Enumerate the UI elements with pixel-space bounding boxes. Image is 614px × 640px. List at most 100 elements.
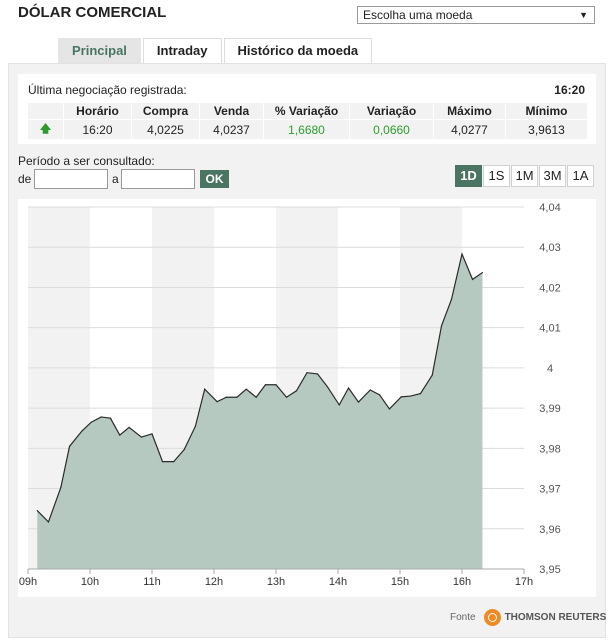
period-from-label: de (18, 172, 32, 186)
chart-data-point (450, 298, 453, 301)
chart-data-point (388, 408, 391, 410)
chart-y-tick-label: 3,97 (539, 484, 560, 496)
quote-data-row: 🡅 16:20 4,0225 4,0237 1,6680 0,0660 4,02… (28, 119, 588, 139)
chart-data-point (183, 448, 185, 451)
quote-minimo: 3,9613 (506, 119, 588, 139)
quote-table: Horário Compra Venda % Variação Variação… (28, 103, 588, 139)
chart-data-point (173, 461, 175, 463)
quote-header-pct-variacao: % Variação (264, 103, 350, 119)
chart-data-point (36, 510, 38, 512)
chart-data-point (347, 387, 350, 389)
quote-header-maximo: Máximo (434, 103, 506, 119)
range-buttons: 1D 1S 1M 3M 1A (455, 165, 595, 187)
range-3m-button[interactable]: 3M (539, 165, 566, 187)
quote-pct-variacao: 1,6680 (264, 119, 350, 139)
source-brand: THOMSON REUTERS (504, 612, 607, 623)
chart-data-point (264, 384, 267, 386)
quote-header-row: Horário Compra Venda % Variação Variação… (28, 103, 588, 119)
quote-compra: 4,0225 (132, 119, 200, 139)
chart-data-point (90, 421, 92, 423)
quote-header-minimo: Mínimo (506, 103, 588, 119)
chart-data-point (151, 433, 153, 435)
chart-x-tick-label: 11h (143, 576, 161, 588)
chart-data-point (47, 521, 50, 523)
chart-x-tick-label: 17h (515, 576, 533, 588)
chart-data-point (225, 396, 227, 398)
quote-header-variacao: Variação (350, 103, 434, 119)
tab-historico[interactable]: Histórico da moeda (223, 38, 373, 63)
range-1d-button[interactable]: 1D (455, 165, 482, 187)
quote-header-venda: Venda (200, 103, 264, 119)
range-1s-button[interactable]: 1S (483, 165, 510, 187)
quote-box: Última negociação registrada: 16:20 Horá… (18, 74, 596, 144)
chart-data-point (140, 436, 143, 438)
chart-data-point (378, 394, 381, 396)
quote-header (28, 103, 64, 119)
chart-data-point (275, 384, 277, 386)
quote-horario: 16:20 (64, 119, 132, 139)
chart-data-point (326, 386, 329, 388)
ok-button[interactable]: OK (200, 170, 229, 188)
chart-x-tick-label: 14h (329, 576, 347, 588)
chart-data-point (306, 372, 308, 374)
chart-data-point (245, 388, 247, 390)
page-title: DÓLAR COMERCIAL (18, 4, 167, 21)
chart-data-point (236, 396, 238, 398)
chart-container: 3,95 3,96 3,97 3,98 3,99 4 4,01 4,02 4,03 4,04 09h… (18, 199, 596, 597)
tab-principal[interactable]: Principal (58, 38, 141, 63)
period-to-label: a (112, 172, 119, 186)
chart-y-tick-label: 3,99 (539, 403, 560, 415)
chart-data-point (68, 445, 71, 447)
chart-data-point (216, 401, 218, 403)
chart-data-point (338, 404, 340, 406)
intraday-chart: 3,95 3,96 3,97 3,98 3,99 4 4,01 4,02 4,03 4,04 09h… (19, 202, 561, 588)
chart-data-point (119, 434, 121, 436)
chart-data-point (409, 395, 412, 397)
range-1m-button[interactable]: 1M (511, 165, 538, 187)
chart-data-point (204, 388, 206, 390)
chart-data-point (128, 426, 130, 429)
period-to-input[interactable] (121, 169, 195, 189)
chart-data-point (100, 416, 102, 418)
chart-y-tick-label: 3,98 (539, 443, 560, 455)
period-from-input[interactable] (34, 169, 108, 189)
quote-venda: 4,0237 (200, 119, 264, 139)
chart-data-point (400, 396, 402, 398)
chart-data-point (295, 390, 298, 392)
source-credit: Fonte THOMSON REUTERS (450, 609, 606, 626)
period-label: Período a ser consultado: (18, 154, 155, 168)
chart-data-point (461, 253, 463, 255)
quote-header-horario: Horário (64, 103, 132, 119)
chart-x-tick-label: 13h (267, 576, 285, 588)
currency-select[interactable]: Escolha uma moeda ▼ (357, 6, 595, 24)
chart-x-tick-label: 09h (19, 576, 37, 588)
chart-x-tick-label: 15h (391, 576, 409, 588)
chart-data-point (161, 461, 164, 463)
chart-data-point (255, 396, 257, 398)
chart-data-point (369, 389, 371, 391)
chart-data-point (316, 373, 319, 375)
chart-x-tick-label: 16h (453, 576, 471, 588)
source-label: Fonte (450, 612, 476, 623)
chart-y-tick-label: 4,02 (539, 282, 560, 294)
range-1a-button[interactable]: 1A (567, 165, 594, 187)
chart-data-point (109, 417, 112, 419)
thomson-reuters-logo-icon (483, 609, 501, 626)
chart-y-tick-label: 4,04 (539, 202, 560, 214)
quote-variacao: 0,0660 (350, 119, 434, 139)
chart-data-point (419, 393, 422, 395)
arrow-up-icon: 🡅 (28, 119, 64, 139)
chart-data-point (81, 430, 83, 432)
chart-data-point (60, 486, 62, 488)
tab-intraday[interactable]: Intraday (142, 38, 222, 63)
quote-time: 16:20 (554, 83, 585, 97)
chart-y-tick-label: 3,96 (539, 524, 560, 536)
chart-data-point (471, 278, 474, 280)
chart-data-point (481, 271, 484, 274)
chart-x-tick-label: 12h (205, 576, 223, 588)
currency-select-value: Escolha uma moeda (363, 8, 473, 22)
chart-data-point (440, 325, 443, 327)
quote-maximo: 4,0277 (434, 119, 506, 139)
chart-y-tick-label: 4,03 (539, 242, 560, 254)
chart-data-point (431, 374, 433, 376)
